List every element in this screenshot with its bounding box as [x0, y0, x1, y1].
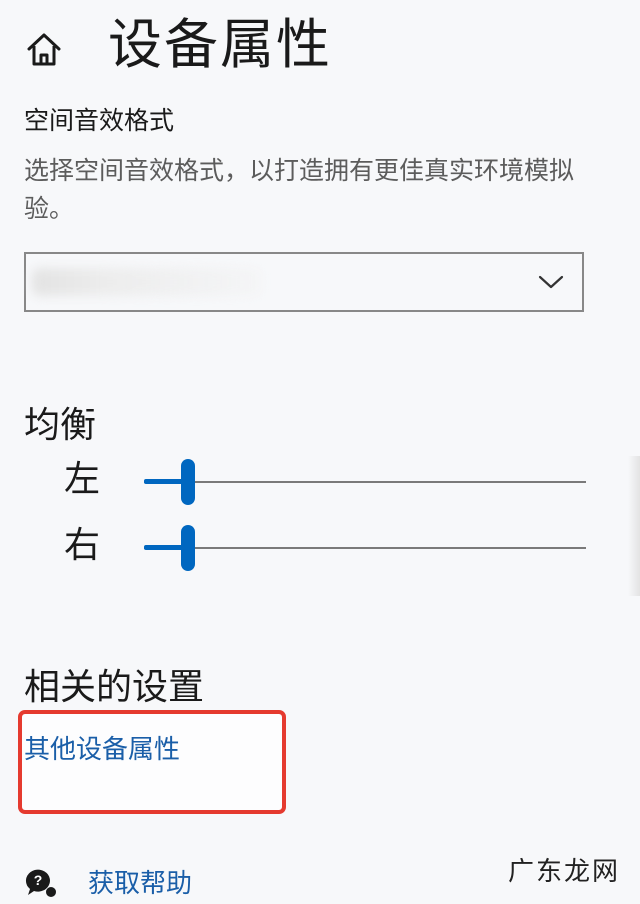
get-help-link[interactable]: 获取帮助	[88, 866, 192, 902]
dropdown-selected-value: 关	[32, 268, 262, 296]
slider-thumb[interactable]	[181, 525, 195, 571]
slider-thumb[interactable]	[181, 459, 195, 505]
help-chat-icon: ?	[25, 869, 56, 897]
page-title: 设备属性	[108, 13, 332, 76]
other-device-properties-link[interactable]: 其他设备属性	[24, 732, 180, 768]
balance-heading: 均衡	[24, 405, 97, 446]
left-channel-label: 左	[64, 459, 101, 500]
slider-track	[144, 481, 586, 483]
left-balance-slider[interactable]	[144, 459, 586, 505]
right-channel-label: 右	[64, 525, 101, 566]
edge-shadow	[628, 456, 640, 596]
spatial-sound-description-cont: 验。	[24, 194, 75, 223]
spatial-sound-label: 空间音效格式	[24, 106, 175, 135]
related-settings-heading: 相关的设置	[24, 667, 205, 708]
slider-track	[144, 547, 586, 549]
svg-text:?: ?	[34, 872, 43, 888]
spatial-sound-dropdown[interactable]: 关	[24, 252, 584, 312]
watermark: 广东龙网	[508, 857, 621, 887]
home-icon[interactable]	[24, 30, 64, 70]
chevron-down-icon	[538, 275, 564, 289]
spatial-sound-description: 选择空间音效格式，以打造拥有更佳真实环境模拟	[24, 156, 575, 185]
right-balance-slider[interactable]	[144, 525, 586, 571]
